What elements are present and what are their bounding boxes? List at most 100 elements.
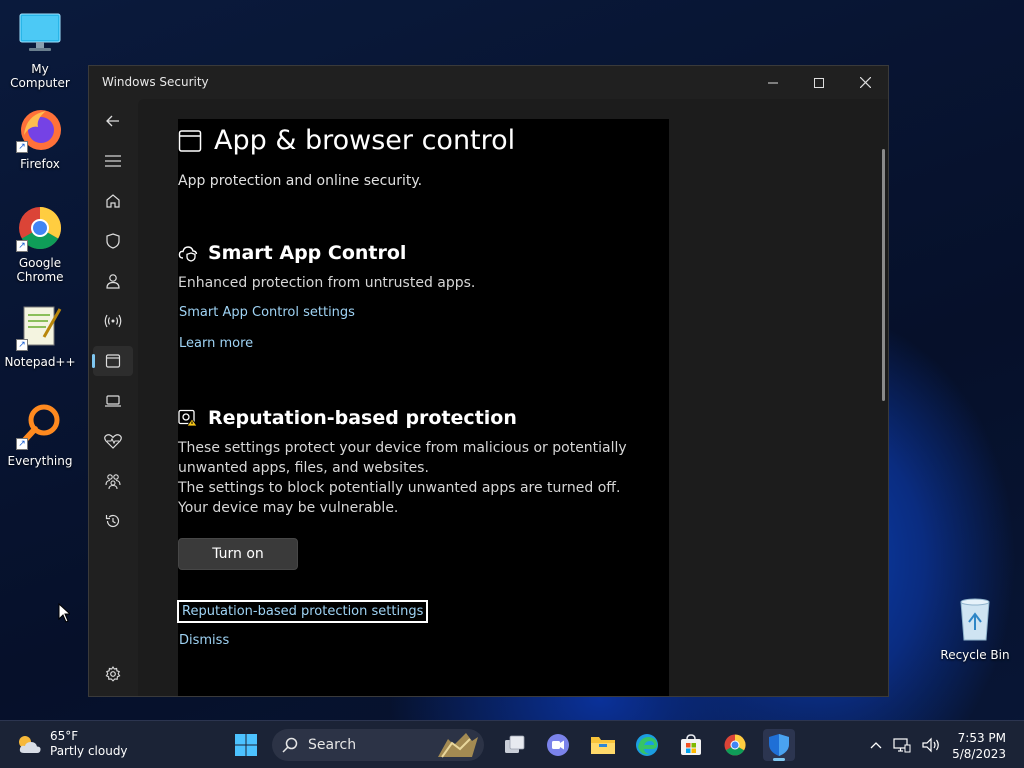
page-title: App & browser control: [178, 125, 515, 156]
chrome-icon: [724, 734, 746, 756]
heart-pulse-icon: [104, 434, 122, 449]
content-panel: App & browser control App protection and…: [138, 99, 888, 696]
desktop-icon-everything[interactable]: ↗ Everything: [0, 402, 80, 468]
weather-description: Partly cloudy: [50, 744, 128, 758]
start-button[interactable]: [230, 729, 262, 761]
hamburger-menu-icon: [105, 155, 121, 167]
nav-home[interactable]: [93, 186, 133, 216]
folder-icon: [591, 737, 615, 754]
speaker-icon: [922, 737, 939, 753]
page-title-text: App & browser control: [214, 125, 516, 156]
microsoft-store-button[interactable]: [675, 729, 707, 761]
clock-time: 7:53 PM: [957, 731, 1006, 745]
reputation-description: These settings protect your device from …: [178, 440, 627, 476]
reputation-protection-heading: Reputation-based protection: [178, 407, 517, 429]
volume-control[interactable]: [920, 729, 942, 761]
desktop-icon-notepadpp[interactable]: ↗ Notepad++: [0, 303, 80, 369]
learn-more-link[interactable]: Learn more: [179, 336, 253, 351]
nav-protection-history[interactable]: [93, 506, 133, 536]
laptop-icon: [105, 395, 121, 407]
close-button[interactable]: [842, 66, 888, 99]
weather-widget[interactable]: 65°F Partly cloudy: [16, 729, 128, 759]
network-status[interactable]: [892, 729, 912, 761]
task-view-button[interactable]: [499, 729, 531, 761]
desktop-icon-my-computer[interactable]: My Computer: [0, 10, 80, 90]
scrollbar-thumb[interactable]: [882, 149, 885, 401]
windows-logo-icon: [235, 734, 257, 756]
app-window-icon: [105, 354, 121, 368]
shortcut-arrow-icon: ↗: [16, 438, 28, 450]
windows-security-window: Windows Security App & browser control A…: [88, 65, 889, 697]
task-view-icon: [505, 735, 525, 753]
navigation-rail: [89, 99, 137, 696]
firefox-icon: ↗: [16, 105, 64, 153]
desktop-icon-chrome[interactable]: ↗ Google Chrome: [0, 204, 80, 284]
shortcut-arrow-icon: ↗: [16, 339, 28, 351]
file-explorer-button[interactable]: [587, 729, 619, 761]
maximize-button[interactable]: [796, 66, 842, 99]
nav-app-browser-control[interactable]: [92, 346, 133, 376]
desktop-icon-label: Everything: [7, 454, 73, 468]
person-icon: [106, 274, 120, 289]
nav-firewall-network[interactable]: [93, 306, 133, 336]
title-bar[interactable]: Windows Security: [89, 66, 888, 99]
show-hidden-icons-button[interactable]: [860, 729, 892, 761]
family-icon: [105, 474, 121, 489]
desktop-icon-label: My Computer: [10, 62, 70, 90]
home-icon: [106, 194, 120, 208]
app-browser-control-page: App & browser control App protection and…: [177, 119, 669, 696]
edge-browser-icon: [636, 734, 658, 756]
smart-app-control-heading: Smart App Control: [178, 242, 406, 264]
history-clock-icon: [105, 514, 120, 528]
maximize-icon: [814, 77, 824, 88]
window-title: Windows Security: [102, 75, 209, 89]
desktop-icon-recycle-bin[interactable]: Recycle Bin: [935, 596, 1015, 662]
gear-icon: [105, 666, 121, 682]
nav-device-security[interactable]: [93, 386, 133, 416]
dismiss-link[interactable]: Dismiss: [179, 633, 229, 648]
shortcut-arrow-icon: ↗: [16, 240, 28, 252]
turn-on-button[interactable]: Turn on: [178, 538, 298, 570]
notepadpp-icon: ↗: [16, 303, 64, 351]
clock-date: 5/8/2023: [952, 747, 1006, 761]
nav-account-protection[interactable]: [93, 266, 133, 296]
nav-settings[interactable]: [93, 659, 133, 689]
taskbar: 65°F Partly cloudy Search 7:53 PM 5/8/20…: [0, 720, 1024, 768]
close-icon: [859, 77, 871, 88]
minimize-button[interactable]: [750, 66, 796, 99]
nav-family-options[interactable]: [93, 466, 133, 496]
smart-app-control-settings-link[interactable]: Smart App Control settings: [179, 305, 355, 320]
everything-search-icon: ↗: [16, 402, 64, 450]
desktop-icon-label: Google Chrome: [16, 256, 64, 284]
smart-app-control-description: Enhanced protection from untrusted apps.: [178, 275, 476, 291]
store-bag-icon: [681, 734, 701, 755]
nav-virus-protection[interactable]: [93, 226, 133, 256]
taskbar-search-box[interactable]: Search: [272, 729, 484, 761]
shortcut-arrow-icon: ↗: [16, 141, 28, 153]
chrome-taskbar-button[interactable]: [719, 729, 751, 761]
desktop-icon-label: Recycle Bin: [940, 648, 1010, 662]
smart-app-control-title: Smart App Control: [208, 242, 407, 264]
network-icon: [893, 738, 911, 753]
menu-button[interactable]: [93, 146, 133, 176]
shield-icon: [106, 233, 120, 249]
back-arrow-icon: [106, 115, 119, 127]
desktop-icon-label: Firefox: [20, 157, 60, 171]
chevron-up-icon: [870, 742, 882, 749]
desktop-icon-firefox[interactable]: ↗ Firefox: [0, 105, 80, 171]
system-clock[interactable]: 7:53 PM 5/8/2023: [952, 730, 1006, 762]
reputation-settings-link[interactable]: Reputation-based protection settings: [177, 600, 429, 623]
nav-device-performance-health[interactable]: [93, 426, 133, 456]
wireless-antenna-icon: [104, 314, 122, 328]
teams-chat-button[interactable]: [542, 729, 574, 761]
search-label: Search: [308, 737, 357, 753]
edge-button[interactable]: [631, 729, 663, 761]
desktop-icon-label: Notepad++: [4, 355, 76, 369]
windows-security-taskbar-button[interactable]: [763, 729, 795, 761]
partly-cloudy-icon: [19, 736, 41, 753]
teams-chat-icon: [547, 734, 569, 756]
weather-temperature: 65°F: [50, 729, 79, 743]
monitor-icon: [16, 10, 64, 58]
back-button[interactable]: [93, 106, 133, 136]
reputation-protection-title: Reputation-based protection: [208, 407, 517, 429]
